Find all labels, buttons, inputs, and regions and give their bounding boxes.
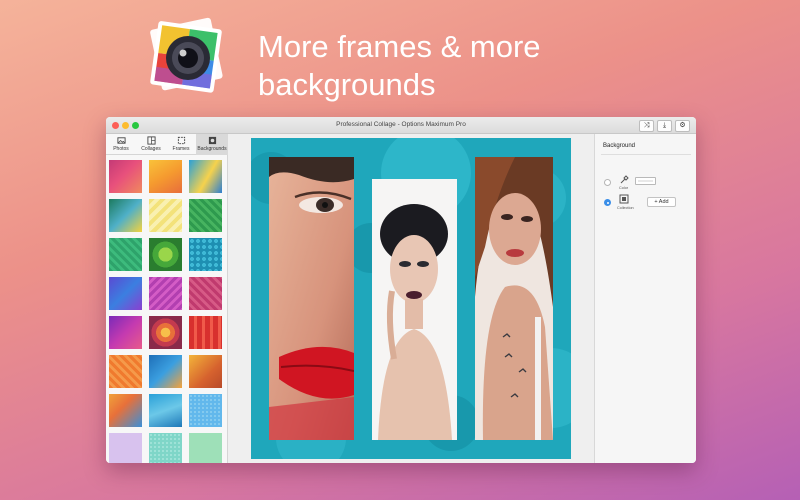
- background-thumbnail[interactable]: [109, 316, 142, 349]
- background-thumbnail[interactable]: [189, 238, 222, 271]
- title-bar: Professional Collage - Options Maximum P…: [106, 117, 696, 134]
- background-thumbnail[interactable]: [149, 277, 182, 310]
- color-option-radio[interactable]: [604, 179, 611, 186]
- background-thumbnail[interactable]: [109, 394, 142, 427]
- collage-photo-1[interactable]: [269, 157, 354, 440]
- background-thumbnail[interactable]: [109, 160, 142, 193]
- tab-frames[interactable]: Frames: [166, 134, 196, 155]
- portrait-photo: [475, 157, 553, 440]
- background-thumbnail[interactable]: [149, 316, 182, 349]
- background-thumbnail[interactable]: [189, 316, 222, 349]
- canvas-area: [228, 134, 594, 463]
- background-thumbnail[interactable]: [149, 394, 182, 427]
- collage-photo-2[interactable]: [372, 179, 457, 440]
- background-thumbnail[interactable]: [109, 433, 142, 463]
- collage-photo-3[interactable]: [475, 157, 553, 440]
- frames-icon: [177, 136, 185, 145]
- tab-bar: Photos Collages Frames Backgrounds: [106, 134, 228, 155]
- headline-line-2: backgrounds: [258, 67, 436, 102]
- background-thumbnail[interactable]: [189, 355, 222, 388]
- background-thumbnail[interactable]: [189, 199, 222, 232]
- left-panel: Photos Collages Frames Backgrounds: [106, 134, 228, 463]
- export-button[interactable]: ⤓: [657, 120, 672, 132]
- tab-backgrounds[interactable]: Backgrounds: [196, 134, 228, 155]
- portrait-photo: [372, 179, 457, 440]
- shuffle-button[interactable]: ⤨: [639, 120, 654, 132]
- headline-line-1: More frames & more: [258, 29, 541, 64]
- color-option-label: Color: [619, 186, 629, 190]
- collection-option-radio[interactable]: [604, 199, 611, 206]
- photos-icon: [116, 137, 126, 144]
- tab-collages-label: Collages: [141, 146, 161, 152]
- background-thumbnail[interactable]: [149, 238, 182, 271]
- background-thumbnail[interactable]: [149, 355, 182, 388]
- background-thumbnail[interactable]: [189, 433, 222, 463]
- collection-icon: [619, 194, 629, 204]
- settings-button[interactable]: ⚙: [675, 120, 690, 132]
- backgrounds-icon: [208, 136, 216, 145]
- gear-icon: ⚙: [679, 122, 686, 129]
- collage-canvas[interactable]: [251, 138, 571, 459]
- export-icon: ⤓: [662, 122, 667, 129]
- color-swatch[interactable]: [635, 177, 656, 185]
- collection-option-label: Collection: [617, 206, 634, 210]
- headline: More frames & more backgrounds: [258, 28, 758, 104]
- tab-photos[interactable]: Photos: [106, 134, 136, 155]
- background-thumbnail[interactable]: [189, 277, 222, 310]
- portrait-photo: [269, 157, 354, 440]
- tab-frames-label: Frames: [172, 146, 190, 152]
- background-thumbnail-grid: [109, 160, 225, 463]
- tab-backgrounds-label: Backgrounds: [197, 146, 227, 152]
- background-thumbnail[interactable]: [109, 238, 142, 271]
- background-thumbnail[interactable]: [109, 199, 142, 232]
- right-panel: Background Color Collection + Add: [594, 134, 696, 463]
- background-thumbnail[interactable]: [109, 355, 142, 388]
- collages-icon: [146, 136, 156, 145]
- background-thumbnail[interactable]: [149, 199, 182, 232]
- window-title: Professional Collage - Options Maximum P…: [336, 121, 466, 128]
- app-window: Professional Collage - Options Maximum P…: [106, 117, 696, 463]
- background-thumbnail[interactable]: [149, 433, 182, 463]
- background-thumbnail[interactable]: [189, 394, 222, 427]
- shuffle-icon: ⤨: [643, 122, 650, 129]
- tab-photos-label: Photos: [113, 146, 129, 152]
- background-thumbnail[interactable]: [149, 160, 182, 193]
- color-picker-icon: [620, 175, 629, 184]
- background-thumbnail[interactable]: [189, 160, 222, 193]
- tab-collages[interactable]: Collages: [136, 134, 166, 155]
- app-logo-icon: [150, 17, 223, 93]
- add-background-button[interactable]: + Add: [647, 197, 676, 207]
- background-panel-title: Background: [603, 143, 636, 149]
- background-thumbnail[interactable]: [109, 277, 142, 310]
- divider: [601, 154, 691, 155]
